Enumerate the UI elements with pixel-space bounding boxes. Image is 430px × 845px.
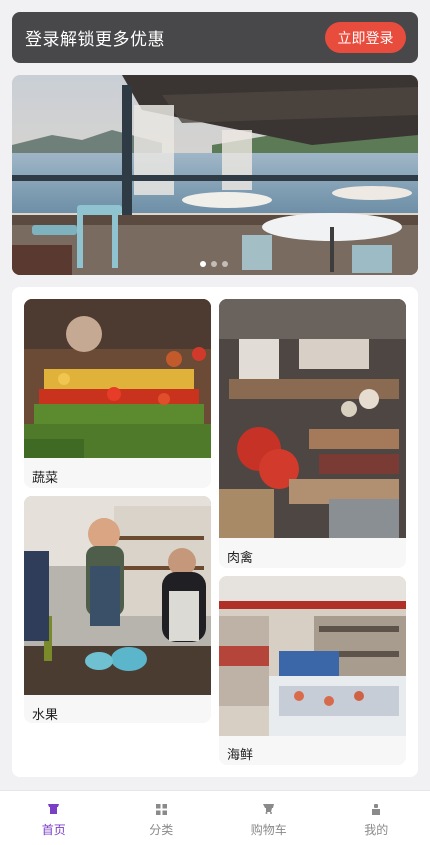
vegetables-image <box>24 299 211 458</box>
carousel-dot[interactable] <box>222 261 228 267</box>
login-promo-bar: 登录解锁更多优惠 立即登录 <box>12 12 418 63</box>
carousel-dot[interactable] <box>211 261 217 267</box>
banner-carousel[interactable] <box>12 75 418 275</box>
meat-image <box>219 299 406 538</box>
seafood-image <box>219 576 406 736</box>
tab-home[interactable]: 首页 <box>0 791 108 845</box>
category-panel: 蔬菜 水果 <box>12 287 418 777</box>
tab-label: 首页 <box>42 821 66 838</box>
category-label: 海鲜 <box>227 744 253 763</box>
carousel-dots <box>200 261 228 267</box>
grid-icon <box>155 803 167 815</box>
cart-icon <box>263 803 275 815</box>
category-label: 水果 <box>32 704 58 723</box>
banner-image <box>12 75 418 275</box>
login-promo-text: 登录解锁更多优惠 <box>25 25 165 50</box>
tab-label: 分类 <box>149 821 173 838</box>
category-card-meat[interactable]: 肉禽 <box>219 299 406 568</box>
fruit-image <box>24 496 211 695</box>
carousel-dot[interactable] <box>200 261 206 267</box>
bottom-tab-bar: 首页 分类 购物车 我的 <box>0 790 430 845</box>
category-card-seafood[interactable]: 海鲜 <box>219 576 406 765</box>
tab-cart[interactable]: 购物车 <box>215 791 323 845</box>
category-card-fruit[interactable]: 水果 <box>24 496 211 723</box>
login-button[interactable]: 立即登录 <box>325 22 406 53</box>
tab-label: 购物车 <box>251 821 287 838</box>
tab-category[interactable]: 分类 <box>108 791 216 845</box>
user-icon <box>370 803 382 815</box>
category-card-vegetables[interactable]: 蔬菜 <box>24 299 211 488</box>
tab-profile[interactable]: 我的 <box>323 791 430 845</box>
tab-label: 我的 <box>364 821 388 838</box>
home-icon <box>48 803 60 815</box>
category-label: 肉禽 <box>227 547 253 566</box>
category-label: 蔬菜 <box>32 467 58 486</box>
